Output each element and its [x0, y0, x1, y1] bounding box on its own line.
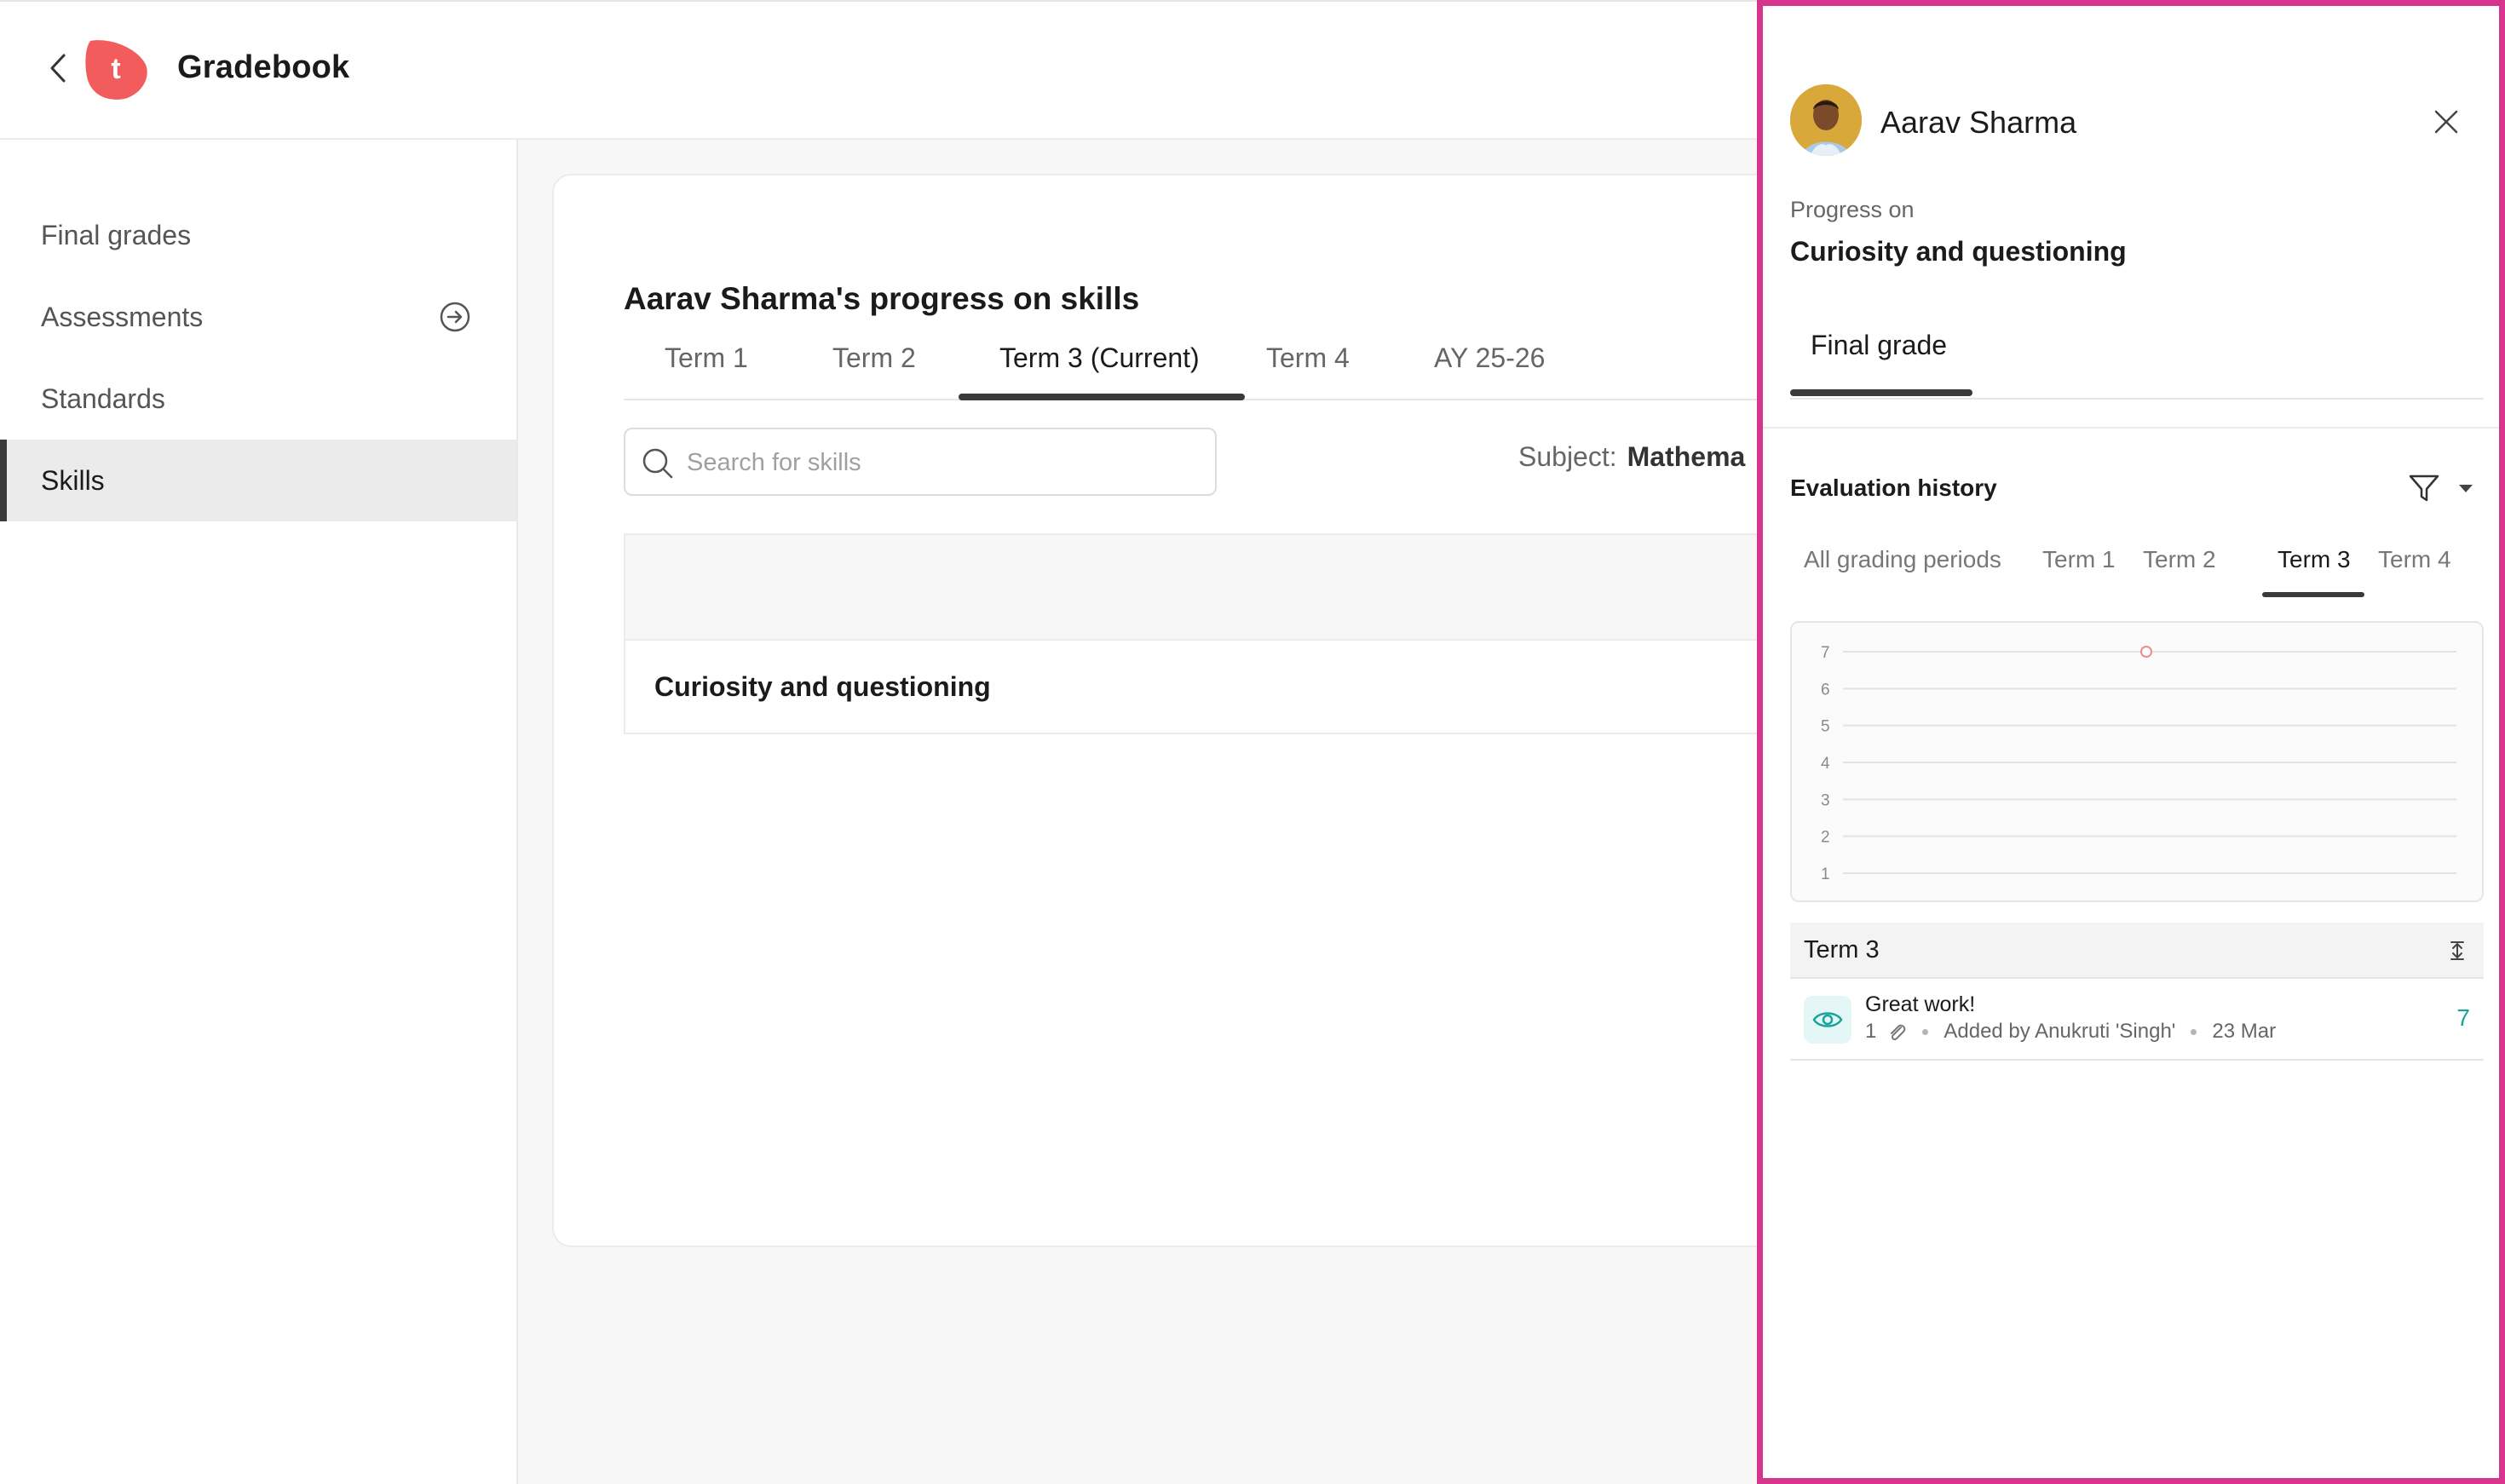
subject-selector[interactable]: Subject: Mathema — [1518, 441, 1745, 473]
sidebar-item-assessments[interactable]: Assessments — [0, 276, 516, 358]
tab-term-4[interactable]: Term 4 — [1266, 342, 1350, 399]
student-skill-panel: Aarav Sharma Progress on Curiosity and q… — [1757, 0, 2505, 1484]
tab-all-grading-periods[interactable]: All grading periods — [1804, 546, 2001, 573]
evaluation-history-title: Evaluation history — [1790, 475, 1997, 501]
top-bar: t Gradebook — [0, 0, 1759, 140]
tab-term-2[interactable]: Term 2 — [832, 342, 916, 399]
caret-down-icon[interactable] — [2456, 480, 2475, 497]
sidebar-item-label: Skills — [41, 464, 105, 496]
separator-dot — [2191, 1028, 2197, 1035]
back-button[interactable] — [43, 49, 73, 87]
sidebar-item-label: Standards — [41, 383, 165, 414]
chart-y-tick-label: 2 — [1821, 829, 1830, 847]
app-logo: t — [82, 34, 150, 102]
divider — [1763, 427, 2499, 429]
evaluation-score: 7 — [2456, 1004, 2470, 1031]
chart-y-tick-label: 5 — [1821, 718, 1830, 736]
tab-term-3-current[interactable]: Term 3 (Current) — [999, 342, 1200, 399]
tab-term-1[interactable]: Term 1 — [665, 342, 748, 399]
evaluation-icon-badge — [1804, 996, 1851, 1044]
active-tab-indicator — [2262, 592, 2364, 597]
sidebar: Final grades Assessments Standards Skill… — [0, 140, 518, 1484]
close-icon[interactable] — [2431, 106, 2462, 137]
progress-skill-name: Curiosity and questioning — [1790, 236, 2127, 267]
chart-y-tick-label: 7 — [1821, 644, 1830, 662]
subject-label: Subject: — [1518, 441, 1617, 472]
subject-value: Mathema — [1627, 441, 1746, 472]
filter-icon[interactable] — [2407, 471, 2441, 505]
tab-term-4[interactable]: Term 4 — [2378, 546, 2451, 573]
arrow-right-circle-icon[interactable] — [438, 300, 472, 334]
chart-y-tick-label: 3 — [1821, 791, 1830, 809]
tab-term-1[interactable]: Term 1 — [2042, 546, 2116, 573]
app-title: Gradebook — [177, 49, 350, 85]
sidebar-item-skills[interactable]: Skills — [0, 440, 516, 521]
table-row[interactable]: Curiosity and questioning — [624, 641, 1834, 734]
tab-term-3[interactable]: Term 3 — [2278, 546, 2351, 573]
added-by: Added by Anukruti 'Singh' — [1944, 1020, 2176, 1043]
active-tab-indicator — [959, 394, 1245, 400]
student-name: Aarav Sharma — [1880, 105, 2077, 140]
sidebar-item-standards[interactable]: Standards — [0, 358, 516, 440]
evaluation-chart: 7 6 5 4 3 2 1 — [1790, 621, 2484, 902]
sidebar-item-label: Assessments — [41, 301, 204, 332]
search-icon — [642, 448, 673, 479]
tab-term-2[interactable]: Term 2 — [2143, 546, 2216, 573]
sidebar-item-final-grades[interactable]: Final grades — [0, 194, 516, 276]
chart-y-tick-label: 1 — [1821, 866, 1830, 883]
evaluation-entry[interactable]: Great work! 1 Added by Anukruti 'Singh' … — [1790, 979, 2484, 1061]
term-group-header: Term 3 — [1790, 923, 2484, 979]
evaluation-comment: Great work! — [1865, 992, 1976, 1016]
svg-text:t: t — [111, 53, 120, 85]
progress-label: Progress on — [1790, 197, 1915, 222]
tab-ay-25-26[interactable]: AY 25-26 — [1434, 342, 1545, 399]
skill-name: Curiosity and questioning — [654, 671, 991, 702]
eye-icon — [1812, 1012, 1843, 1027]
chart-y-tick-label: 4 — [1821, 755, 1830, 773]
attachment-count: 1 — [1865, 1020, 1877, 1043]
evaluation-chart-svg: 7 6 5 4 3 2 1 — [1821, 644, 2456, 883]
evaluation-date: 23 Mar — [2212, 1020, 2277, 1043]
separator-dot — [1922, 1028, 1929, 1035]
search-input[interactable] — [687, 443, 1198, 482]
table-header — [624, 533, 1834, 641]
active-tab-indicator — [1790, 389, 1972, 396]
search-box — [624, 428, 1217, 496]
skills-card: Aarav Sharma's progress on skills Term 1… — [552, 174, 1834, 1247]
sidebar-item-label: Final grades — [41, 219, 192, 250]
term-group-label: Term 3 — [1804, 936, 1880, 963]
divider — [1790, 398, 2484, 400]
tab-final-grade[interactable]: Final grade — [1811, 330, 1947, 361]
avatar — [1790, 84, 1862, 156]
chart-y-tick-label: 6 — [1821, 681, 1830, 699]
chart-point[interactable] — [2140, 646, 2152, 658]
evaluation-meta: 1 Added by Anukruti 'Singh' 23 Mar — [1865, 1020, 2276, 1044]
collapse-icon[interactable] — [2448, 940, 2467, 962]
paperclip-icon — [1891, 1024, 1906, 1041]
term-tabs: Term 1 Term 2 Term 3 (Current) Term 4 AY… — [624, 342, 1834, 400]
grading-period-tabs: All grading periods Term 1 Term 2 Term 3… — [1790, 532, 2484, 597]
chevron-left-icon — [50, 54, 66, 83]
page-title: Aarav Sharma's progress on skills — [624, 281, 1140, 316]
main-content: Aarav Sharma's progress on skills Term 1… — [518, 140, 1834, 1484]
